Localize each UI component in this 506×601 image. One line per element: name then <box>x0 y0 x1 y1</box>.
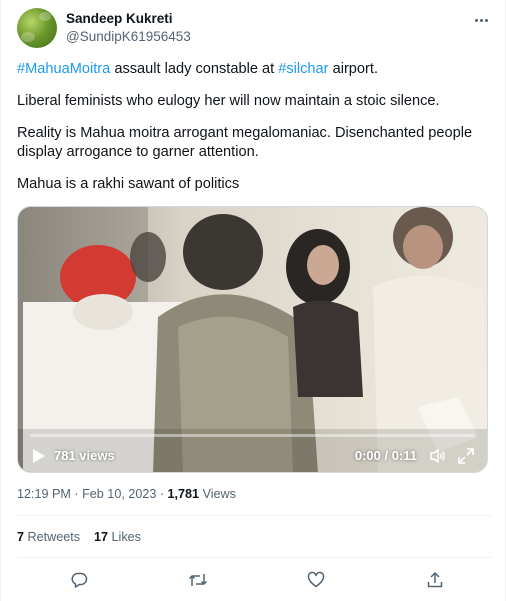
tweet-actions <box>17 566 491 594</box>
more-icon[interactable] <box>471 12 491 28</box>
author-handle[interactable]: @SundipK61956453 <box>66 29 191 44</box>
meta-separator: · <box>74 487 83 501</box>
reply-icon <box>71 572 88 588</box>
likes-label: Likes <box>111 530 141 544</box>
likes-count: 17 <box>94 530 109 544</box>
avatar-decoration <box>21 32 35 42</box>
tweet-date[interactable]: Feb 10, 2023 <box>82 487 156 501</box>
tweet-text-segment: airport. <box>328 61 379 77</box>
meta-separator: · <box>159 487 168 501</box>
video-controls: 781 views 0:00 / 0:11 <box>18 432 487 472</box>
retweets-label: Retweets <box>27 530 81 544</box>
retweets-stat[interactable]: 7 Retweets <box>17 530 80 544</box>
like-icon <box>308 571 325 588</box>
author-name[interactable]: Sandeep Kukreti <box>66 11 173 26</box>
fullscreen-icon[interactable] <box>457 447 475 465</box>
reply-button[interactable] <box>65 566 93 594</box>
divider <box>17 557 491 558</box>
divider <box>17 515 491 516</box>
retweet-icon <box>188 574 207 586</box>
like-button[interactable] <box>302 566 330 594</box>
tweet-line-2: Liberal feminists who eulogy her will no… <box>17 93 440 109</box>
tweet-text: #MahuaMoitra assault lady constable at #… <box>17 60 491 207</box>
tweet-header: Sandeep Kukreti @SundipK61956453 <box>17 8 491 50</box>
tweet-time[interactable]: 12:19 PM <box>17 487 71 501</box>
likes-stat[interactable]: 17 Likes <box>94 530 141 544</box>
tweet-line-4: Mahua is a rakhi sawant of politics <box>17 176 240 192</box>
volume-icon[interactable] <box>429 447 447 465</box>
tweet-line-1: #MahuaMoitra assault lady constable at #… <box>17 60 491 79</box>
tweet-text-segment: assault lady constable at <box>110 61 279 77</box>
views-count: 1,781 <box>167 487 200 501</box>
play-icon[interactable] <box>32 448 46 464</box>
tweet-card: Sandeep Kukreti @SundipK61956453 #MahuaM… <box>0 0 506 601</box>
retweets-count: 7 <box>17 530 25 544</box>
video-views: 781 views <box>54 448 115 463</box>
video-time: 0:00 / 0:11 <box>354 448 417 463</box>
share-button[interactable] <box>421 566 449 594</box>
hashtag-link[interactable]: #MahuaMoitra <box>17 61 110 77</box>
avatar-decoration <box>39 12 51 21</box>
tweet-stats: 7 Retweets 17 Likes <box>17 530 141 544</box>
views-label: Views <box>202 487 236 501</box>
tweet-line-3: Reality is Mahua moitra arrogant megalom… <box>17 125 473 160</box>
avatar[interactable] <box>17 8 57 48</box>
video-progress-bar[interactable] <box>30 434 475 437</box>
video-player[interactable]: 781 views 0:00 / 0:11 <box>17 206 488 473</box>
share-icon <box>427 572 443 588</box>
tweet-meta: 12:19 PM · Feb 10, 2023 · 1,781 Views <box>17 487 236 501</box>
retweet-button[interactable] <box>184 566 212 594</box>
hashtag-link[interactable]: #silchar <box>278 61 328 77</box>
